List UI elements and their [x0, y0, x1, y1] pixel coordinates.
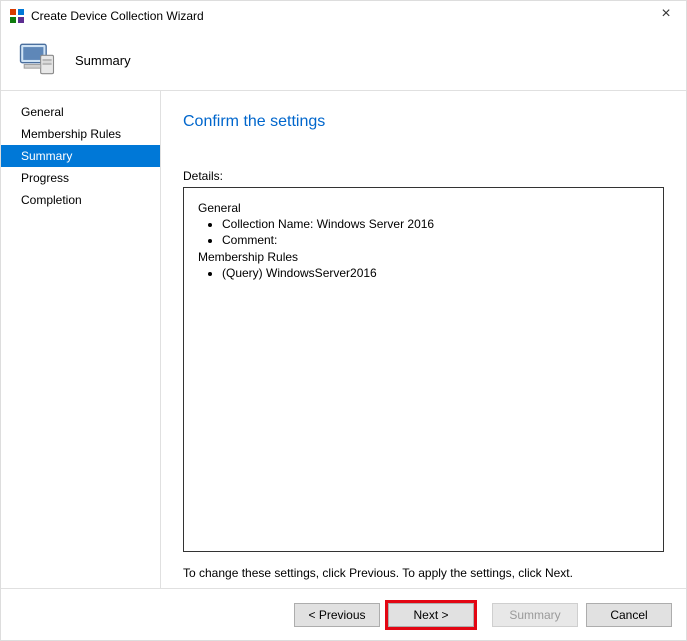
- details-bullet: Collection Name: Windows Server 2016: [222, 216, 649, 232]
- banner-step-title: Summary: [75, 53, 131, 68]
- details-section-title: Membership Rules: [198, 249, 649, 265]
- details-section-title: General: [198, 200, 649, 216]
- sidebar-item-general[interactable]: General: [1, 101, 160, 123]
- details-section: Membership Rules (Query) WindowsServer20…: [198, 249, 649, 281]
- details-bullet: (Query) WindowsServer2016: [222, 265, 649, 281]
- cancel-button[interactable]: Cancel: [586, 603, 672, 627]
- titlebar: Create Device Collection Wizard ×: [1, 1, 686, 31]
- details-box: General Collection Name: Windows Server …: [183, 187, 664, 552]
- sidebar-item-completion[interactable]: Completion: [1, 189, 160, 211]
- sidebar: General Membership Rules Summary Progres…: [1, 91, 161, 588]
- sidebar-item-label: General: [21, 105, 64, 119]
- close-icon[interactable]: ×: [658, 7, 674, 23]
- previous-button[interactable]: < Previous: [294, 603, 380, 627]
- footer-hint: To change these settings, click Previous…: [183, 566, 664, 580]
- wizard-body: General Membership Rules Summary Progres…: [1, 91, 686, 588]
- summary-button: Summary: [492, 603, 578, 627]
- sidebar-item-membership-rules[interactable]: Membership Rules: [1, 123, 160, 145]
- button-bar: < Previous Next > Summary Cancel: [1, 588, 686, 640]
- details-label: Details:: [183, 169, 664, 183]
- sidebar-item-label: Summary: [21, 149, 72, 163]
- sidebar-item-label: Completion: [21, 193, 82, 207]
- window-title: Create Device Collection Wizard: [31, 9, 204, 23]
- details-bullet: Comment:: [222, 232, 649, 248]
- next-button[interactable]: Next >: [388, 603, 474, 627]
- wizard-icon: [9, 8, 25, 24]
- sidebar-item-label: Membership Rules: [21, 127, 121, 141]
- page-heading: Confirm the settings: [183, 113, 664, 131]
- sidebar-item-progress[interactable]: Progress: [1, 167, 160, 189]
- computer-icon: [15, 37, 59, 84]
- sidebar-item-summary[interactable]: Summary: [1, 145, 160, 167]
- content-pane: Confirm the settings Details: General Co…: [161, 91, 686, 588]
- sidebar-item-label: Progress: [21, 171, 69, 185]
- banner: Summary: [1, 31, 686, 91]
- details-section: General Collection Name: Windows Server …: [198, 200, 649, 249]
